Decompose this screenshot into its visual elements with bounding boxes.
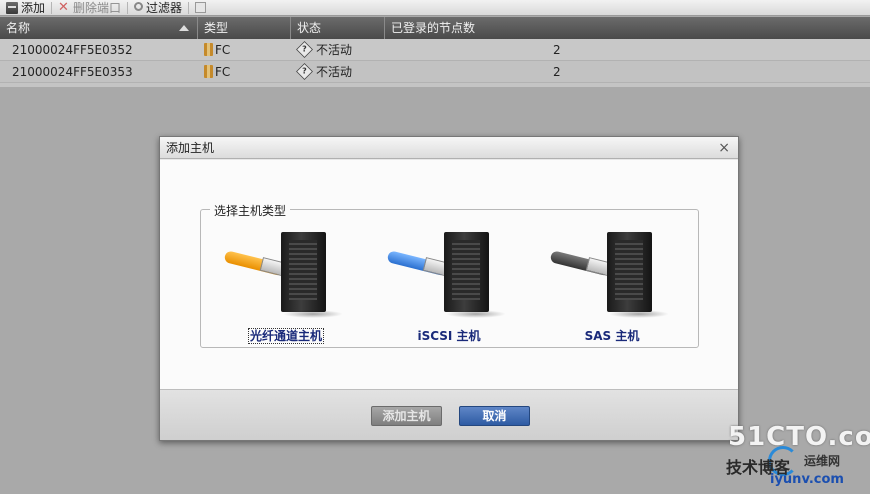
host-option-sas[interactable]: SAS 主机 [547, 226, 677, 344]
table-row[interactable]: 21000024FF5E0352 FC ? 不活动 2 [0, 39, 870, 61]
column-header-name[interactable]: 名称 [0, 17, 198, 39]
watermark-url: iyunv.com [770, 472, 844, 487]
cell-nodes: 2 [553, 65, 561, 79]
column-header-status[interactable]: 状态 [291, 17, 385, 39]
fc-port-icon [204, 65, 213, 78]
group-label: 选择主机类型 [210, 202, 291, 219]
delete-icon: ✕ [58, 0, 69, 15]
dialog-title-bar[interactable]: 添加主机 × [160, 137, 738, 159]
close-icon[interactable]: × [718, 137, 730, 159]
cell-type: FC [198, 61, 291, 82]
sort-ascending-icon [179, 25, 189, 31]
cell-status: ? 不活动 [291, 61, 385, 82]
filter-button[interactable]: 过滤器 [128, 0, 188, 16]
watermark-site: 51CTO.com [728, 422, 870, 452]
server-icon [607, 232, 669, 318]
cell-name: 21000024FF5E0352 [12, 43, 133, 57]
delete-port-label: 删除端口 [73, 1, 122, 15]
delete-port-button[interactable]: ✕ 删除端口 [52, 0, 127, 16]
host-option-label: iSCSI 主机 [417, 329, 481, 343]
cell-status: ? 不活动 [291, 39, 385, 60]
add-label: 添加 [21, 1, 46, 15]
table-header: 名称 类型 状态 已登录的节点数 [0, 17, 870, 39]
server-icon [281, 232, 343, 318]
cancel-button[interactable]: 取消 [459, 406, 530, 426]
add-host-dialog: 添加主机 × 选择主机类型 光纤通道主机 iSCSI 主机 SAS 主机 添加主… [159, 136, 739, 441]
add-button[interactable]: 添加 [0, 0, 51, 16]
fc-port-icon [204, 43, 213, 56]
unknown-status-icon: ? [296, 63, 313, 80]
save-button[interactable] [189, 0, 212, 16]
dialog-footer: 添加主机 取消 [160, 389, 738, 440]
add-host-icon [6, 1, 18, 14]
host-option-iscsi[interactable]: iSCSI 主机 [384, 226, 514, 344]
save-icon [195, 2, 207, 13]
server-icon [444, 232, 506, 318]
host-option-fibre-channel[interactable]: 光纤通道主机 [221, 226, 351, 344]
watermark-brand: 运维网 [804, 454, 841, 468]
table-row[interactable]: 21000024FF5E0353 FC ? 不活动 2 [0, 61, 870, 83]
cell-name: 21000024FF5E0353 [12, 65, 133, 79]
port-table: 名称 类型 状态 已登录的节点数 21000024FF5E0352 FC ? 不… [0, 17, 870, 87]
host-option-label: 光纤通道主机 [247, 328, 324, 344]
search-icon [134, 2, 144, 11]
filter-label: 过滤器 [146, 1, 183, 15]
dialog-body: 选择主机类型 光纤通道主机 iSCSI 主机 SAS 主机 [160, 160, 738, 389]
unknown-status-icon: ? [296, 41, 313, 58]
dialog-title: 添加主机 [166, 141, 215, 155]
add-host-button[interactable]: 添加主机 [371, 406, 442, 426]
cell-type: FC [198, 39, 291, 60]
host-option-label: SAS 主机 [584, 329, 640, 343]
column-header-logged-in-nodes[interactable]: 已登录的节点数 [385, 17, 870, 39]
host-type-group: 选择主机类型 光纤通道主机 iSCSI 主机 SAS 主机 [200, 202, 699, 348]
toolbar: 添加 ✕ 删除端口 过滤器 [0, 0, 870, 16]
column-header-type[interactable]: 类型 [198, 17, 291, 39]
watermark: 51CTO.com 技术博客 运维网 iyunv.com [724, 420, 870, 494]
cell-nodes: 2 [553, 43, 561, 57]
